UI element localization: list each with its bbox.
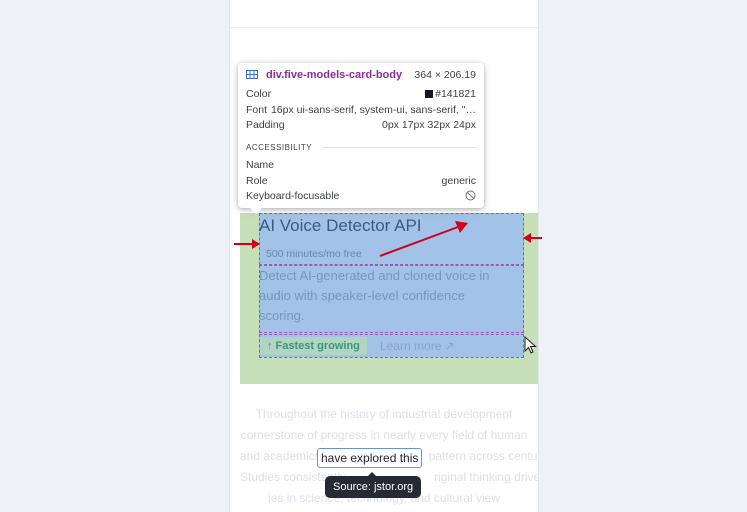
keyboard-row: Keyboard-focusable xyxy=(246,189,476,203)
mouse-cursor-icon xyxy=(524,336,537,354)
color-label: Color xyxy=(246,88,272,100)
color-row: Color #141821 xyxy=(246,87,476,101)
keyboard-label: Keyboard-focusable xyxy=(246,190,340,202)
description-line: scoring. xyxy=(259,308,305,323)
description-line: audio with speaker-level confidence xyxy=(259,288,465,303)
element-selector: div.five-models-card-body xyxy=(266,69,403,81)
highlighted-phrase[interactable]: have explored this xyxy=(317,448,423,468)
source-tooltip: Source: jstor.org xyxy=(325,472,422,498)
fastest-growing-badge: ↑ Fastest growing xyxy=(260,337,367,355)
padding-label: Padding xyxy=(246,119,285,131)
padding-value: 0px 17px 32px 24px xyxy=(382,119,476,131)
left-arrow-icon xyxy=(234,239,260,249)
text-line: Throughout the history of industrial dev… xyxy=(255,407,513,421)
element-dimensions: 364 × 206.19 xyxy=(414,69,476,81)
font-value: 16px ui-sans-serif, system-ui, sans-seri… xyxy=(270,104,476,116)
description-line: Detect AI-generated and cloned voice in xyxy=(259,268,490,283)
role-value: generic xyxy=(441,175,476,187)
learn-more-link[interactable]: Learn more ↗ xyxy=(380,339,455,353)
grid-icon xyxy=(246,70,258,79)
font-row: Font 16px ui-sans-serif, system-ui, sans… xyxy=(246,103,476,117)
inspect-tooltip: div.five-models-card-body 364 × 206.19 C… xyxy=(238,63,484,214)
card-description: Detect AI-generated and cloned voice in … xyxy=(259,266,519,326)
section-divider xyxy=(322,147,476,148)
name-row: Name xyxy=(246,158,476,172)
card-subtitle: 500 minutes/mo free xyxy=(266,248,362,260)
role-label: Role xyxy=(246,175,268,187)
name-label: Name xyxy=(246,159,275,171)
not-allowed-icon xyxy=(465,190,476,201)
section-label: ACCESSIBILITY xyxy=(246,143,313,152)
color-swatch xyxy=(425,90,434,98)
role-row: Role generic xyxy=(246,174,476,188)
right-arrow-icon xyxy=(523,233,542,243)
padding-row: Padding 0px 17px 32px 24px xyxy=(246,118,476,132)
color-value: #141821 xyxy=(435,88,476,100)
diagonal-arrow-icon xyxy=(379,221,468,257)
font-label: Font xyxy=(246,104,268,116)
accessibility-section: ACCESSIBILITY xyxy=(246,140,476,154)
divider xyxy=(230,27,538,28)
text-line: cornerstone of progress in nearly every … xyxy=(240,428,528,442)
tooltip-header: div.five-models-card-body 364 × 206.19 xyxy=(246,68,476,82)
